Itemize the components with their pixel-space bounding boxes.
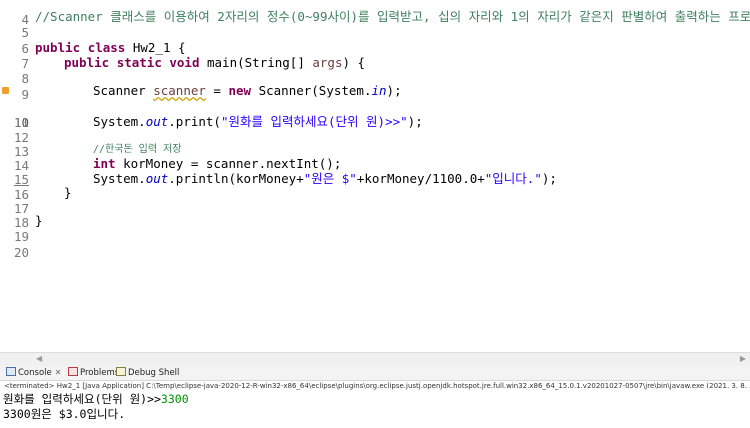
console-icon <box>6 367 16 376</box>
code-text: public class Hw2_1 { <box>35 40 186 55</box>
console-prompt-line[interactable]: 원화를 입력하세요(단위 원)>>3300 <box>3 392 189 407</box>
code-text: } <box>35 213 43 228</box>
terminated-status: <terminated> Hw2_1 [Java Application] C:… <box>4 382 750 390</box>
code-line-10[interactable]: 10 Scanner scanner = new Scanner(System.… <box>0 83 750 130</box>
comment-text: //Scanner 클래스를 이용하여 2자리의 정수(0~99사이)를 입력받… <box>35 9 750 24</box>
code-line-15[interactable]: 15 int korMoney = scanner.nextInt(); <box>0 156 750 187</box>
code-line-5[interactable]: 5 //Scanner 클래스를 이용하여 2자리의 정수(0~99사이)를 입… <box>0 9 750 40</box>
console-user-input: 3300 <box>160 392 189 406</box>
tab-console[interactable]: Console ✕ <box>6 367 61 379</box>
warning-icon[interactable] <box>2 87 9 94</box>
code-line-19[interactable]: 19 } <box>0 213 750 244</box>
code-text: public static void main(String[] args) { <box>64 55 366 70</box>
console-output-line: 3300원은 $3.0입니다. <box>3 407 126 421</box>
line-number: 20 <box>13 245 29 260</box>
code-text: Scanner scanner = new Scanner(System.in)… <box>93 83 402 98</box>
code-line-11[interactable]: 11 <box>0 99 750 130</box>
code-line-8[interactable]: 8 public static void main(String[] args)… <box>0 55 750 86</box>
scroll-right-icon[interactable]: ▶ <box>740 354 746 363</box>
console-tab-bar: Console ✕ Problems Debug Shell <box>0 366 750 381</box>
code-line-6[interactable]: 6 <box>0 25 750 56</box>
code-editor[interactable]: 4 5 //Scanner 클래스를 이용하여 2자리의 정수(0~99사이)를… <box>0 0 750 352</box>
code-text: int korMoney = scanner.nextInt(); <box>93 156 342 171</box>
tab-debug-shell[interactable]: Debug Shell <box>116 367 179 379</box>
problems-icon <box>68 367 78 376</box>
scroll-left-icon[interactable]: ◀ <box>36 354 42 363</box>
code-line-20[interactable]: 20 <box>0 229 750 260</box>
horizontal-scrollbar[interactable]: ◀ ▶ <box>0 352 750 366</box>
code-line-7[interactable]: 7 public class Hw2_1 { <box>0 40 750 71</box>
close-icon[interactable]: ✕ <box>55 368 62 377</box>
tab-problems[interactable]: Problems <box>68 367 119 379</box>
debug-shell-icon <box>116 367 126 376</box>
